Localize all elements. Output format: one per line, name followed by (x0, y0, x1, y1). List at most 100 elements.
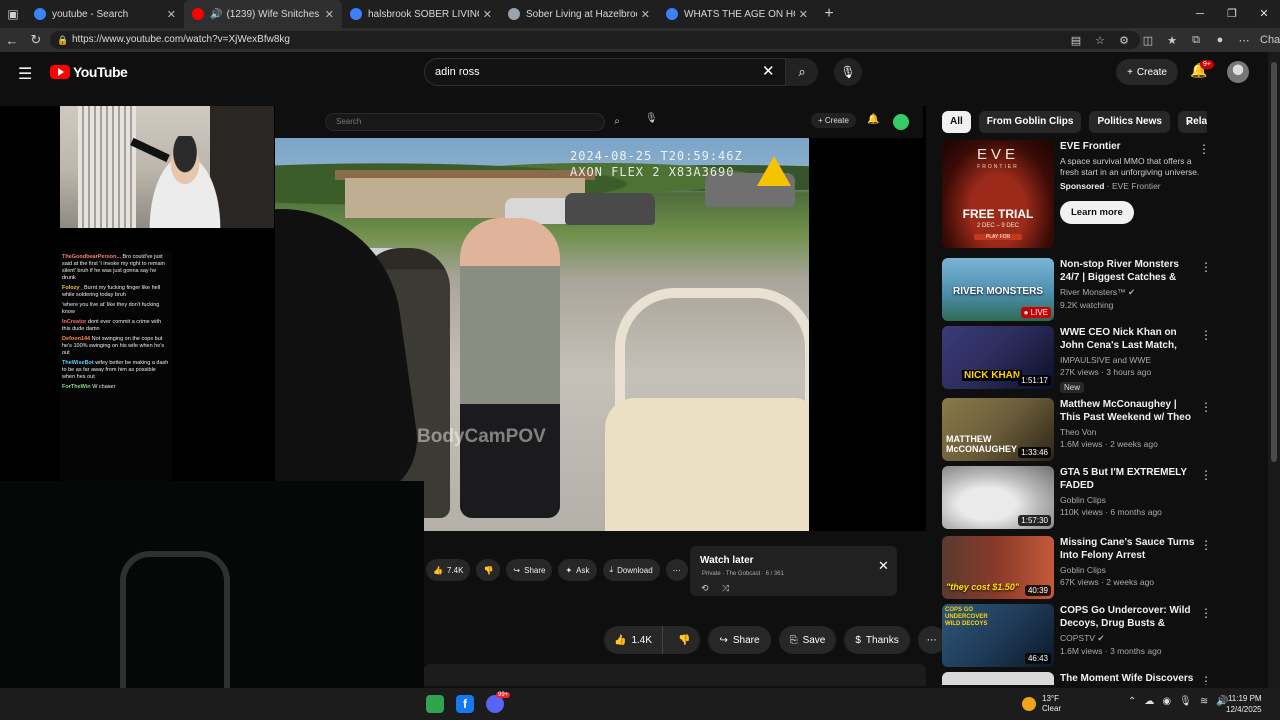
profile-icon[interactable]: ● (1208, 34, 1232, 46)
more-icon[interactable]: ⋯ (1232, 34, 1256, 47)
close-tab-icon[interactable]: ✕ (641, 8, 650, 21)
more-options-icon[interactable]: ⋮ (1200, 674, 1212, 685)
video-thumbnail[interactable]: 1:57:30 (942, 466, 1054, 529)
channel-name[interactable]: River Monsters™ (1060, 287, 1126, 297)
clear-search-icon[interactable]: ✕ (762, 62, 775, 80)
video-title[interactable]: Matthew McConaughey | This Past Weekend … (1060, 398, 1196, 424)
address-bar[interactable]: 🔒 https://www.youtube.com/watch?v=XjWexBf… (50, 31, 1140, 49)
weather-widget[interactable]: 13°F Clear (1022, 694, 1061, 714)
list-item[interactable]: "they cost $1.50" 40:39 Missing Cane's S… (942, 536, 1268, 602)
loop-icon[interactable]: ⟲ (701, 583, 709, 594)
channel-name[interactable]: Goblin Clips (1060, 565, 1196, 575)
search-input[interactable]: adin ross (424, 58, 786, 86)
chip-politics-news[interactable]: Politics News (1089, 111, 1170, 133)
video-thumbnail[interactable]: "they cost $1.50" 40:39 (942, 536, 1054, 599)
video-title[interactable]: Missing Cane's Sauce Turns Into Felony A… (1060, 536, 1196, 562)
list-item[interactable]: NICK KHAN 1:51:17 WWE CEO Nick Khan on J… (942, 326, 1268, 393)
more-options-icon[interactable]: ⋮ (1200, 400, 1212, 414)
video-title[interactable]: WWE CEO Nick Khan on John Cena's Last Ma… (1060, 326, 1196, 352)
video-title[interactable]: The Moment Wife Discovers (1060, 672, 1196, 685)
page-scrollbar[interactable] (1268, 52, 1280, 688)
maximize-icon[interactable]: ❐ (1216, 0, 1248, 28)
ad-item[interactable]: EVE FRONTIER FREE TRIAL 2 DEC – 9 DEC PL… (942, 140, 1268, 256)
like-button[interactable]: 👍 1.4K (604, 626, 664, 654)
facebook-app-icon[interactable]: f (456, 695, 474, 713)
share-button[interactable]: ↪ Share (708, 626, 771, 654)
more-options-icon[interactable]: ⋮ (1198, 142, 1210, 156)
speaker-icon[interactable]: 🔊 (210, 9, 222, 20)
close-window-icon[interactable]: ✕ (1248, 0, 1280, 28)
dislike-button[interactable]: 👎 (668, 626, 700, 654)
more-options-icon[interactable]: ⋮ (1200, 606, 1212, 620)
tab-actions-icon[interactable]: ▣ (0, 0, 26, 28)
scrollbar-thumb[interactable] (1271, 62, 1277, 462)
learn-more-button[interactable]: Learn more (1060, 201, 1134, 224)
channel-name[interactable]: COPSTV (1060, 633, 1095, 643)
close-tab-icon[interactable]: ✕ (799, 8, 808, 21)
more-options-icon[interactable]: ⋮ (1200, 538, 1212, 552)
tab-0[interactable]: youtube - Search ✕ (26, 0, 184, 28)
chip-all[interactable]: All (942, 111, 971, 133)
more-options-icon[interactable]: ⋮ (1200, 328, 1212, 342)
description-box[interactable] (424, 664, 926, 686)
youtube-logo[interactable]: YouTube (50, 64, 128, 80)
close-icon[interactable]: ✕ (878, 558, 889, 574)
list-item[interactable]: MATTHEW McCONAUGHEY 1:33:46 Matthew McCo… (942, 398, 1268, 464)
close-tab-icon[interactable]: ✕ (167, 8, 176, 21)
channel-name[interactable]: Goblin Clips (1060, 495, 1196, 505)
ad-thumbnail[interactable]: EVE FRONTIER FREE TRIAL 2 DEC – 9 DEC PL… (942, 140, 1054, 248)
chevron-up-icon[interactable]: ⌃ (1128, 696, 1136, 707)
video-thumbnail[interactable]: COPS GO UNDERCOVER WILD DECOYS 46:43 (942, 604, 1054, 667)
list-item[interactable]: The Moment Wife Discovers ⋮ (942, 672, 1268, 685)
network-app-icon[interactable]: ☁ (1144, 696, 1154, 707)
channel-name[interactable]: Theo Von (1060, 427, 1196, 437)
chip-related[interactable]: Rela (1177, 111, 1207, 133)
voice-search-button[interactable]: 🎙 (834, 58, 862, 86)
copilot-chat-button[interactable]: Chat (1256, 33, 1280, 47)
video-thumbnail[interactable]: RIVER MONSTERS ● LIVE (942, 258, 1054, 321)
favorites-icon[interactable]: ★ (1160, 34, 1184, 47)
more-options-icon[interactable]: ⋮ (1200, 260, 1212, 274)
tab-3[interactable]: Sober Living at Hazelbrook Recov ✕ (500, 0, 658, 28)
ad-title[interactable]: EVE Frontier (1060, 140, 1200, 153)
chip-from-goblin-clips[interactable]: From Goblin Clips (978, 111, 1082, 133)
close-tab-icon[interactable]: ✕ (325, 8, 334, 21)
tab-4[interactable]: WHATS THE AGE ON HOTWHEELS ✕ (658, 0, 816, 28)
menu-icon[interactable]: ☰ (18, 64, 32, 84)
list-item[interactable]: COPS GO UNDERCOVER WILD DECOYS 46:43 COP… (942, 604, 1268, 670)
new-tab-button[interactable]: + (816, 5, 842, 23)
tab-1[interactable]: 🔊 (1239) Wife Snitches on Husb ✕ (184, 0, 342, 28)
more-options-icon[interactable]: ⋮ (1200, 468, 1212, 482)
refresh-icon[interactable]: ↻ (24, 32, 48, 48)
account-avatar[interactable] (1227, 61, 1249, 83)
shuffle-icon[interactable]: ⤨ (722, 583, 729, 594)
record-icon[interactable]: ◉ (1162, 696, 1171, 707)
video-thumbnail[interactable]: NICK KHAN 1:51:17 (942, 326, 1054, 389)
video-title[interactable]: Non-stop River Monsters 24/7 | Biggest C… (1060, 258, 1196, 284)
video-title[interactable]: COPS Go Undercover: Wild Decoys, Drug Bu… (1060, 604, 1196, 630)
microphone-icon[interactable]: 🎙 (1179, 696, 1192, 707)
channel-name[interactable]: IMPAULSIVE and WWE (1060, 355, 1151, 365)
favorite-star-icon[interactable]: ☆ (1088, 34, 1112, 47)
thanks-button[interactable]: $ Thanks (844, 626, 910, 654)
video-thumbnail[interactable] (942, 672, 1054, 685)
list-item[interactable]: 1:57:30 GTA 5 But I'M EXTREMELY FADED Go… (942, 466, 1268, 532)
clock[interactable]: 11:19 PM 12/4/2025 (1226, 693, 1262, 715)
minimize-icon[interactable]: ─ (1184, 0, 1216, 28)
back-icon[interactable]: ← (0, 33, 24, 48)
video-player[interactable]: Search ⌕ 🎙 + Create 🔔 2024-08-25 T20:59:… (0, 106, 926, 531)
video-title[interactable]: GTA 5 But I'M EXTREMELY FADED (1060, 466, 1196, 492)
video-thumbnail[interactable]: MATTHEW McCONAUGHEY 1:33:46 (942, 398, 1054, 461)
search-button[interactable]: ⌕ (786, 58, 818, 86)
close-tab-icon[interactable]: ✕ (483, 8, 492, 21)
chevron-right-icon[interactable]: › (1186, 114, 1190, 129)
tab-2[interactable]: halsbrook SOBER LIVING - Search ✕ (342, 0, 500, 28)
reader-icon[interactable]: ▤ (1064, 34, 1088, 47)
wifi-icon[interactable]: ≋ (1200, 696, 1208, 707)
extensions-icon[interactable]: ⚙ (1112, 34, 1136, 47)
save-button[interactable]: ⎘ Save (778, 626, 837, 654)
collections-icon[interactable]: ⧉ (1184, 34, 1208, 47)
xbox-app-icon[interactable] (426, 695, 444, 713)
split-screen-icon[interactable]: ◫ (1136, 34, 1160, 47)
watch-later-panel[interactable]: Watch later Private · The Gobcast · 6 / … (690, 546, 897, 596)
